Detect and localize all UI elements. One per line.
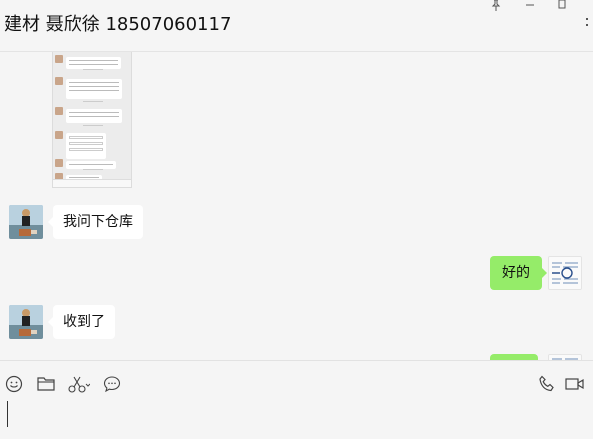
chat-header: 建材 聂欣徐 18507060117 [0,0,593,52]
contact-avatar[interactable] [9,305,43,339]
minimize-icon[interactable] [515,0,545,12]
chat-bubble-icon[interactable] [101,373,123,395]
image-message[interactable] [52,52,132,188]
incoming-message[interactable]: 我问下仓库 [48,205,143,239]
maximize-icon[interactable] [547,0,577,12]
message-list[interactable]: 我问下仓库 好的 收到了 [0,52,593,360]
folder-icon[interactable] [35,373,57,395]
more-options-icon[interactable] [584,18,590,38]
contact-avatar[interactable] [9,205,43,239]
pin-icon[interactable] [481,0,511,12]
self-avatar[interactable] [548,256,582,290]
message-input[interactable] [7,401,8,427]
video-icon[interactable] [564,373,586,395]
phone-icon[interactable] [536,373,558,395]
incoming-message[interactable]: 收到了 [48,305,115,339]
outgoing-message[interactable]: 好的 [490,256,547,290]
emoji-icon[interactable] [3,373,25,395]
chat-title: 建材 聂欣徐 18507060117 [4,14,232,35]
scissors-icon[interactable] [68,373,90,395]
compose-area [0,360,593,439]
